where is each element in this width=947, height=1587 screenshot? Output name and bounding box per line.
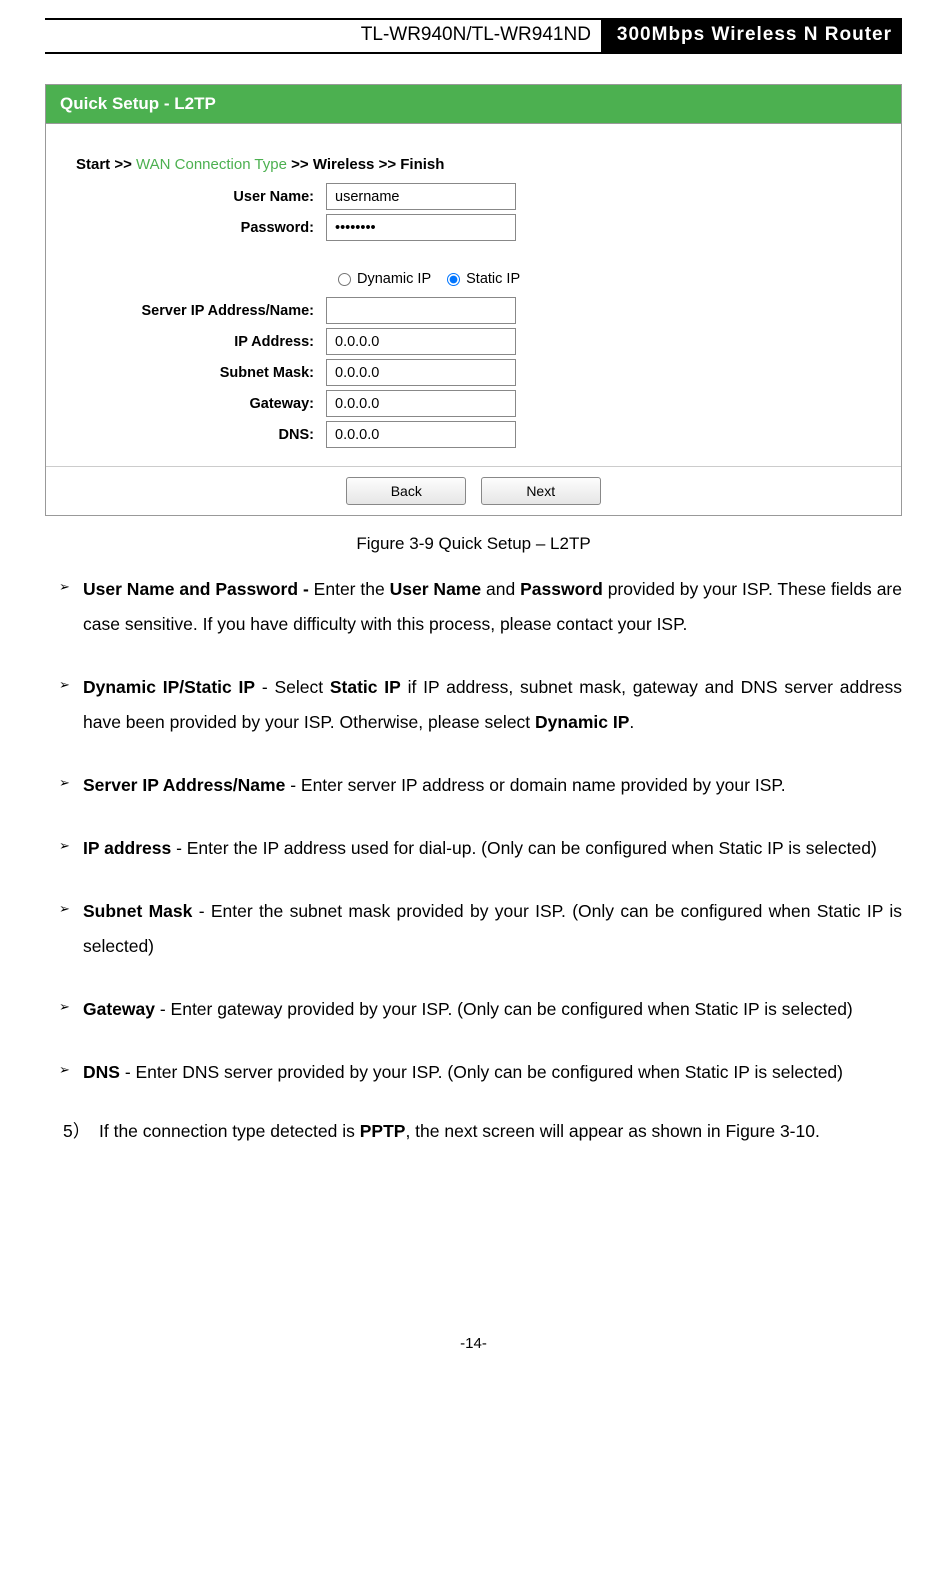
row-gateway: Gateway: xyxy=(66,390,881,417)
username-input[interactable] xyxy=(326,183,516,210)
item-text: - Enter the subnet mask provided by your… xyxy=(83,901,902,956)
dynamic-ip-option[interactable]: Dynamic IP xyxy=(338,271,431,287)
row-server: Server IP Address/Name: xyxy=(66,297,881,324)
gateway-label: Gateway: xyxy=(66,396,326,412)
list-item: DNS - Enter DNS server provided by your … xyxy=(65,1055,902,1090)
panel-footer: Back Next xyxy=(46,466,901,515)
page-number: -14- xyxy=(45,1335,902,1352)
panel-title: Quick Setup - L2TP xyxy=(46,85,901,124)
static-ip-label: Static IP xyxy=(466,271,520,287)
back-button[interactable]: Back xyxy=(346,477,466,505)
item-text: - Enter the IP address used for dial-up.… xyxy=(171,838,877,858)
description-list: User Name and Password - Enter the User … xyxy=(65,572,902,1090)
item-text: - Enter gateway provided by your ISP. (O… xyxy=(155,999,853,1019)
list-item: Server IP Address/Name - Enter server IP… xyxy=(65,768,902,803)
quick-setup-panel: Quick Setup - L2TP Start >> WAN Connecti… xyxy=(45,84,902,516)
list-item: Subnet Mask - Enter the subnet mask prov… xyxy=(65,894,902,964)
item-term: DNS xyxy=(83,1062,120,1082)
item-bold: Password xyxy=(520,579,603,599)
item-text: - Select xyxy=(255,677,330,697)
password-label: Password: xyxy=(66,220,326,236)
page-header: TL-WR940N/TL-WR941ND 300Mbps Wireless N … xyxy=(45,18,902,54)
dynamic-ip-label: Dynamic IP xyxy=(357,271,431,287)
item-text: - Enter DNS server provided by your ISP.… xyxy=(120,1062,843,1082)
dns-label: DNS: xyxy=(66,427,326,443)
username-label: User Name: xyxy=(66,189,326,205)
crumb-start: Start >> xyxy=(76,156,132,173)
item-text: and xyxy=(481,579,520,599)
gateway-input[interactable] xyxy=(326,390,516,417)
static-ip-option[interactable]: Static IP xyxy=(447,271,520,287)
panel-body: Start >> WAN Connection Type >> Wireless… xyxy=(46,124,901,466)
next-button[interactable]: Next xyxy=(481,477,601,505)
list-item: User Name and Password - Enter the User … xyxy=(65,572,902,642)
ip-mode-row: Dynamic IP Static IP xyxy=(338,271,881,287)
item-text: - Enter server IP address or domain name… xyxy=(285,775,785,795)
ip-input[interactable] xyxy=(326,328,516,355)
item-bold: Dynamic IP xyxy=(535,712,629,732)
item-term: Gateway xyxy=(83,999,155,1019)
step-5: 5） If the connection type detected is PP… xyxy=(65,1118,902,1145)
item-bold: User Name xyxy=(390,579,481,599)
step-text: , the next screen will appear as shown i… xyxy=(405,1121,819,1141)
item-term: IP address xyxy=(83,838,171,858)
list-item: Dynamic IP/Static IP - Select Static IP … xyxy=(65,670,902,740)
item-text: Enter the xyxy=(314,579,390,599)
item-term: Server IP Address/Name xyxy=(83,775,285,795)
crumb-rest: >> Wireless >> Finish xyxy=(291,156,444,173)
item-text: . xyxy=(629,712,634,732)
list-item: IP address - Enter the IP address used f… xyxy=(65,831,902,866)
static-ip-radio[interactable] xyxy=(447,273,460,286)
row-mask: Subnet Mask: xyxy=(66,359,881,386)
item-term: Subnet Mask xyxy=(83,901,192,921)
figure-caption: Figure 3-9 Quick Setup – L2TP xyxy=(45,534,902,554)
dynamic-ip-radio[interactable] xyxy=(338,273,351,286)
crumb-active: WAN Connection Type xyxy=(136,156,287,173)
item-term: User Name and Password - xyxy=(83,579,314,599)
row-ip: IP Address: xyxy=(66,328,881,355)
product-name: 300Mbps Wireless N Router xyxy=(601,18,902,52)
row-username: User Name: xyxy=(66,183,881,210)
item-term: Dynamic IP/Static IP xyxy=(83,677,255,697)
mask-input[interactable] xyxy=(326,359,516,386)
row-password: Password: xyxy=(66,214,881,241)
step-text: If the connection type detected is xyxy=(99,1121,360,1141)
step-bold: PPTP xyxy=(360,1121,406,1141)
breadcrumb: Start >> WAN Connection Type >> Wireless… xyxy=(76,156,881,173)
mask-label: Subnet Mask: xyxy=(66,365,326,381)
item-bold: Static IP xyxy=(330,677,401,697)
ip-label: IP Address: xyxy=(66,334,326,350)
row-dns: DNS: xyxy=(66,421,881,448)
server-input[interactable] xyxy=(326,297,516,324)
list-item: Gateway - Enter gateway provided by your… xyxy=(65,992,902,1027)
password-input[interactable] xyxy=(326,214,516,241)
model-number: TL-WR940N/TL-WR941ND xyxy=(45,18,601,52)
dns-input[interactable] xyxy=(326,421,516,448)
step-number: 5） xyxy=(63,1118,90,1145)
server-label: Server IP Address/Name: xyxy=(66,303,326,319)
